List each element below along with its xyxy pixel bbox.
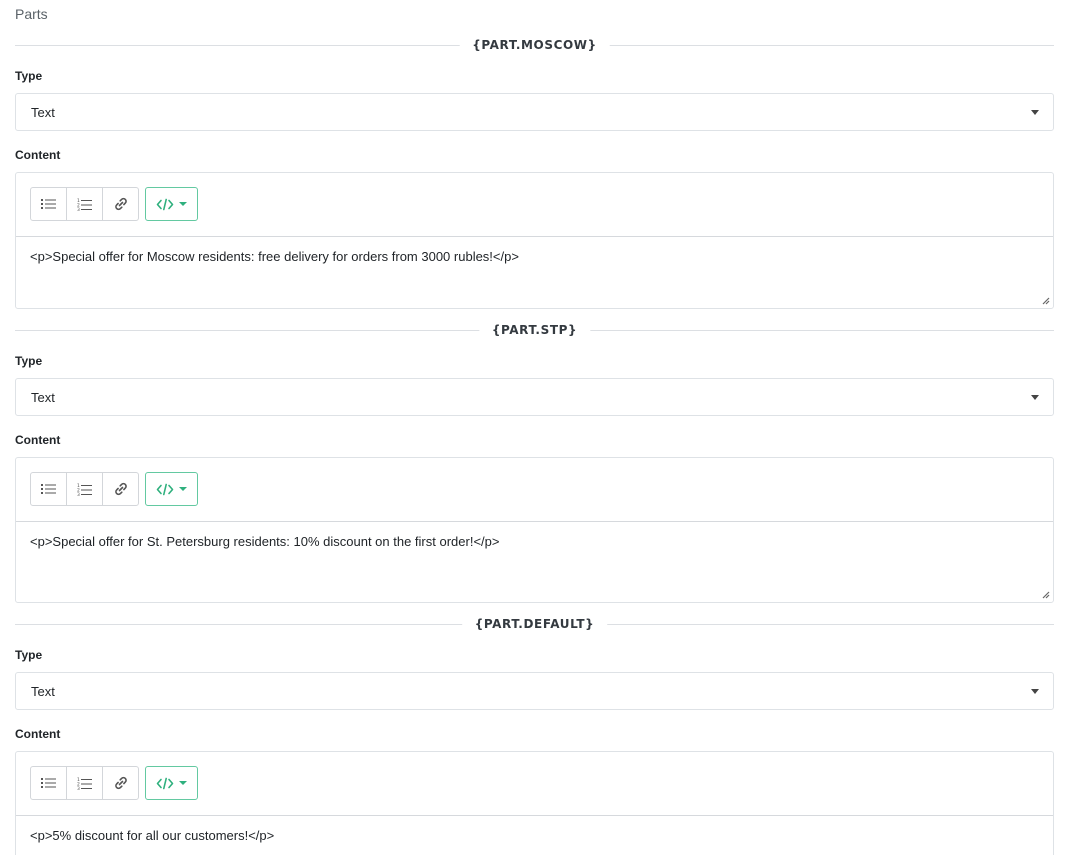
link-button[interactable] — [102, 766, 139, 800]
content-editor: 123 <p>Special offer for St. Petersburg … — [15, 457, 1054, 603]
link-icon — [114, 482, 127, 496]
part-separator: {PART.STP} — [15, 322, 1054, 340]
code-icon — [156, 483, 174, 495]
type-select-value: Text — [31, 105, 55, 120]
type-select-value: Text — [31, 684, 55, 699]
type-select[interactable]: Text — [15, 93, 1054, 131]
link-button[interactable] — [102, 187, 139, 221]
svg-text:3: 3 — [77, 492, 80, 496]
bullet-list-button[interactable] — [30, 766, 67, 800]
format-button-group: 123 — [30, 472, 139, 506]
part-title: {PART.DEFAULT} — [461, 616, 608, 633]
part-separator: {PART.DEFAULT} — [15, 616, 1054, 634]
svg-text:3: 3 — [77, 207, 80, 211]
bullet-list-button[interactable] — [30, 472, 67, 506]
numbered-list-button[interactable]: 123 — [66, 187, 103, 221]
chevron-down-icon — [1031, 110, 1039, 115]
bullet-list-icon — [41, 484, 56, 494]
format-button-group: 123 — [30, 187, 139, 221]
chevron-down-icon — [1031, 395, 1039, 400]
type-select-value: Text — [31, 390, 55, 405]
code-icon — [156, 777, 174, 789]
link-button[interactable] — [102, 472, 139, 506]
editor-toolbar: 123 — [16, 458, 1053, 522]
content-label: Content — [15, 727, 61, 741]
bullet-list-icon — [41, 199, 56, 209]
editor-content[interactable]: <p>Special offer for Moscow residents: f… — [16, 237, 1053, 276]
numbered-list-button[interactable]: 123 — [66, 766, 103, 800]
numbered-list-button[interactable]: 123 — [66, 472, 103, 506]
part-title: {PART.MOSCOW} — [459, 37, 610, 54]
resize-handle-icon[interactable] — [1040, 589, 1050, 599]
type-select[interactable]: Text — [15, 378, 1054, 416]
code-view-button[interactable] — [145, 766, 198, 800]
content-editor: 123 <p>5% discount for all our customers… — [15, 751, 1054, 855]
type-label: Type — [15, 648, 43, 662]
editor-toolbar: 123 — [16, 173, 1053, 237]
editor-content[interactable]: <p>5% discount for all our customers!</p… — [16, 816, 1053, 855]
chevron-down-icon — [1031, 689, 1039, 694]
caret-down-icon — [179, 781, 187, 785]
editor-content[interactable]: <p>Special offer for St. Petersburg resi… — [16, 522, 1053, 561]
bullet-list-button[interactable] — [30, 187, 67, 221]
type-select[interactable]: Text — [15, 672, 1054, 710]
numbered-list-icon: 123 — [77, 777, 92, 790]
svg-text:3: 3 — [77, 786, 80, 790]
resize-handle-icon[interactable] — [1040, 295, 1050, 305]
section-title: Parts — [15, 6, 48, 22]
link-icon — [114, 776, 127, 790]
code-icon — [156, 198, 174, 210]
editor-toolbar: 123 — [16, 752, 1053, 816]
type-label: Type — [15, 69, 43, 83]
caret-down-icon — [179, 202, 187, 206]
link-icon — [114, 197, 127, 211]
code-view-button[interactable] — [145, 187, 198, 221]
code-view-button[interactable] — [145, 472, 198, 506]
numbered-list-icon: 123 — [77, 198, 92, 211]
type-label: Type — [15, 354, 43, 368]
part-title: {PART.STP} — [478, 322, 591, 339]
content-label: Content — [15, 433, 61, 447]
part-separator: {PART.MOSCOW} — [15, 37, 1054, 55]
content-label: Content — [15, 148, 61, 162]
content-editor: 123 <p>Special offer for Moscow resident… — [15, 172, 1054, 309]
format-button-group: 123 — [30, 766, 139, 800]
caret-down-icon — [179, 487, 187, 491]
numbered-list-icon: 123 — [77, 483, 92, 496]
bullet-list-icon — [41, 778, 56, 788]
